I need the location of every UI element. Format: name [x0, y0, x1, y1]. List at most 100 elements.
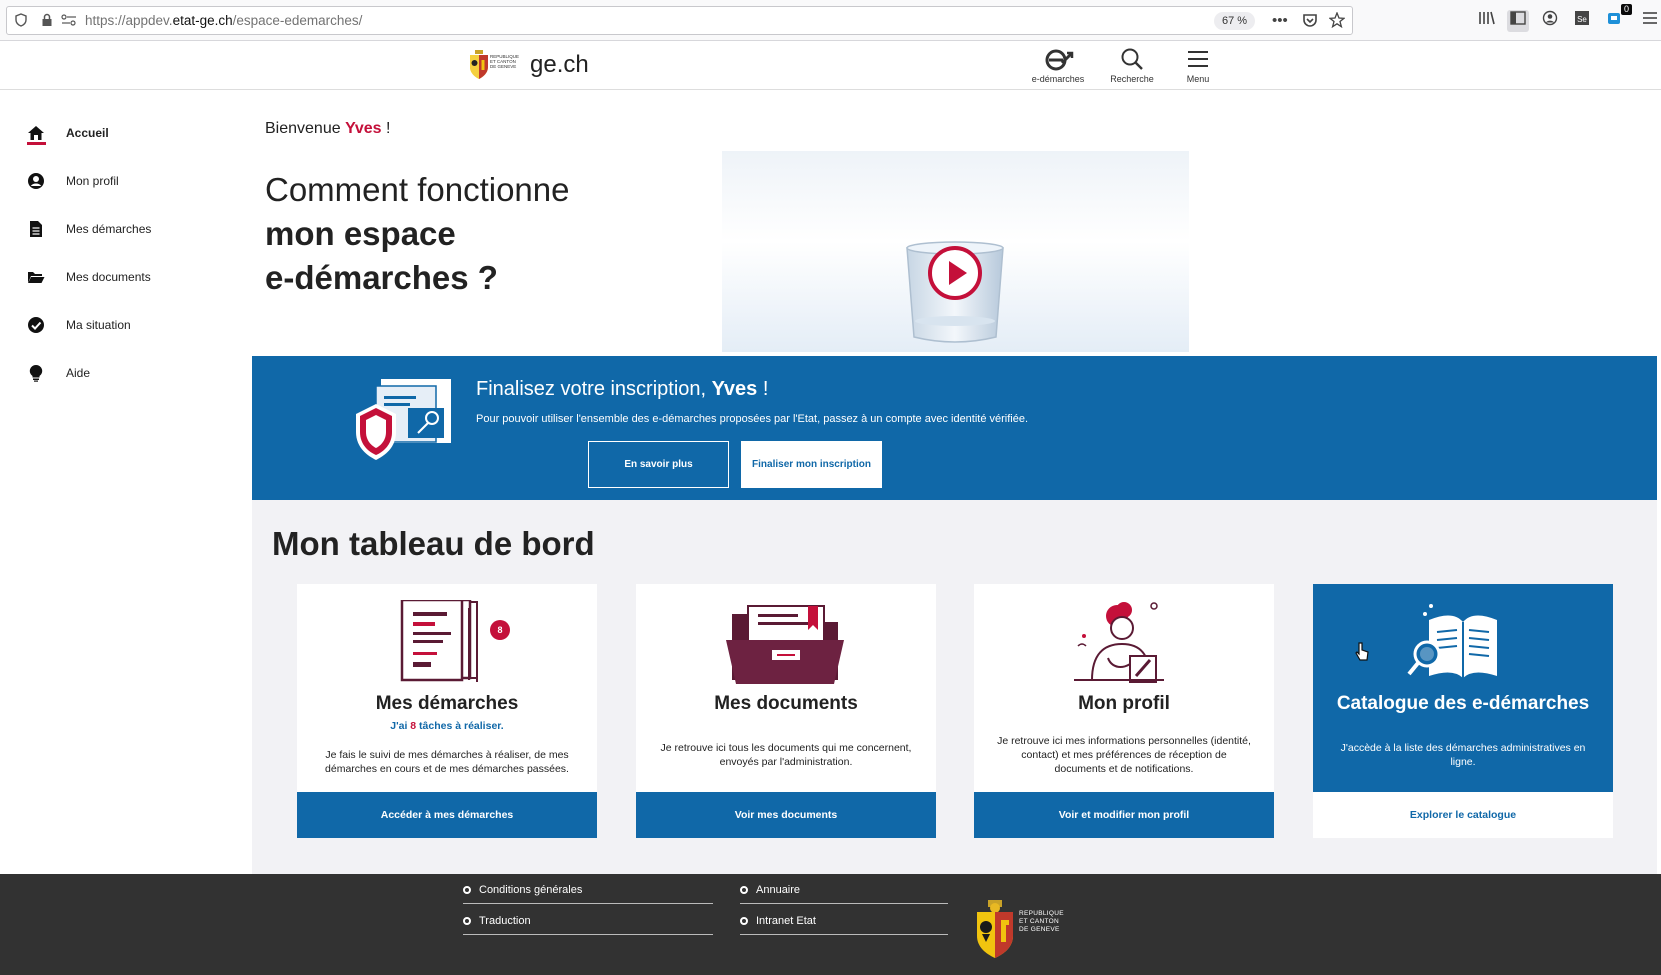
tasks-count-badge: 8 — [490, 620, 510, 640]
footer-link-label: Intranet Etat — [756, 914, 816, 927]
card-mes-documents: Mes documents Je retrouve ici tous les d… — [636, 584, 936, 838]
card-subtitle-tasks: J'ai 8 tâches à réaliser. — [297, 720, 597, 732]
learn-more-button[interactable]: En savoir plus — [588, 441, 729, 488]
shield-icon[interactable] — [15, 13, 27, 31]
tasks-prefix: J'ai — [390, 720, 411, 732]
welcome-suffix: ! — [381, 120, 391, 137]
sidebar-toggle-icon[interactable] — [1507, 10, 1529, 32]
sidebar-item-accueil[interactable]: Accueil — [24, 118, 109, 148]
coa-line-2: ET CANTON — [1019, 918, 1060, 925]
bookmark-star-icon[interactable] — [1328, 11, 1346, 34]
coat-of-arms-logo[interactable] — [468, 50, 490, 85]
footer-link-label: Conditions générales — [479, 883, 583, 896]
footer-link-conditions[interactable]: Conditions générales — [463, 876, 713, 904]
site-header: REPUBLIQUE ET CANTON DE GENEVE ge.ch e-d… — [0, 41, 1661, 90]
search-label: Recherche — [1110, 74, 1154, 84]
banner-title-suffix: ! — [757, 378, 769, 400]
card-description: Je retrouve ici mes informations personn… — [997, 735, 1251, 775]
library-icon[interactable] — [1476, 10, 1498, 32]
more-actions-icon[interactable]: ••• — [1272, 11, 1288, 31]
coa-line-1: REPUBLIQUE — [1019, 910, 1064, 917]
active-indicator — [27, 142, 46, 145]
card-mes-demarches: 8 Mes démarches J'ai 8 tâches à réaliser… — [297, 584, 597, 838]
banner-title-prefix: Finalisez votre inscription, — [476, 378, 712, 400]
dashboard-section: Mon tableau de bord 8 Mes démarches J'ai… — [252, 500, 1657, 874]
sidebery-label: Se — [1577, 15, 1587, 24]
menu-header-button[interactable]: Menu — [1168, 47, 1228, 84]
account-icon[interactable] — [1539, 10, 1561, 32]
footer-link-label: Traduction — [479, 914, 531, 927]
user-circle-icon — [24, 169, 48, 193]
sidebery-icon[interactable]: Se — [1571, 10, 1593, 32]
profile-person-illustration — [974, 600, 1274, 686]
sidebar-nav: Accueil Mon profil Mes démarches Mes doc… — [0, 90, 252, 874]
finalize-registration-button[interactable]: Finaliser mon inscription — [741, 441, 882, 488]
footer-coat-of-arms-logo[interactable] — [974, 900, 1016, 965]
verified-identity-illustration — [354, 378, 454, 469]
lightbulb-icon — [24, 361, 48, 385]
view-documents-button[interactable]: Voir mes documents — [636, 792, 936, 838]
url-bar[interactable]: https://appdev.etat-ge.ch/espace-edemarc… — [6, 6, 1353, 35]
card-title: Mon profil — [1078, 693, 1170, 714]
footer-link-annuaire[interactable]: Annuaire — [740, 876, 948, 904]
brand-logo-text[interactable]: ge.ch — [530, 51, 589, 79]
card-description: Je retrouve ici tous les documents qui m… — [660, 742, 912, 768]
hero-title: Comment fonctionne mon espace e-démarche… — [265, 168, 570, 300]
folder-icon — [24, 265, 48, 289]
search-icon — [1102, 47, 1162, 74]
banner-title: Finalisez votre inscription, Yves ! — [476, 378, 768, 401]
pocket-icon[interactable] — [1302, 13, 1318, 34]
dashboard-title: Mon tableau de bord — [272, 525, 595, 563]
lock-icon[interactable] — [41, 13, 53, 31]
site-footer: Conditions générales Traduction Annuaire… — [0, 874, 1661, 975]
play-icon[interactable] — [927, 245, 983, 306]
access-demarches-button[interactable]: Accéder à mes démarches — [297, 792, 597, 838]
sidebar-item-label: Mon profil — [66, 174, 119, 188]
mouse-cursor-icon — [1355, 642, 1369, 667]
registration-banner: Finalisez votre inscription, Yves ! Pour… — [252, 356, 1657, 500]
sidebar-item-mes-demarches[interactable]: Mes démarches — [24, 214, 151, 244]
banner-title-name: Yves — [711, 378, 758, 400]
edemarches-header-button[interactable]: e-démarches — [1028, 47, 1088, 84]
hamburger-menu-icon[interactable] — [1639, 10, 1661, 32]
bullet-icon — [463, 885, 471, 894]
zoom-level-badge[interactable]: 67 % — [1214, 12, 1256, 30]
welcome-prefix: Bienvenue — [265, 120, 346, 137]
page-permissions-icon[interactable] — [61, 13, 77, 31]
sidebar-item-label: Mes documents — [66, 270, 151, 284]
url-text[interactable]: https://appdev.etat-ge.ch/espace-edemarc… — [85, 13, 362, 29]
sidebar-item-label: Ma situation — [66, 318, 131, 332]
banner-description: Pour pouvoir utiliser l'ensemble des e-d… — [476, 413, 1029, 425]
sidebar-item-label: Mes démarches — [66, 222, 152, 236]
footer-link-label: Annuaire — [756, 883, 801, 896]
footer-link-traduction[interactable]: Traduction — [463, 907, 713, 935]
card-title: Mes documents — [714, 693, 858, 714]
card-catalogue: Catalogue des e-démarches J'accède à la … — [1313, 584, 1613, 838]
hero-title-line2: mon espace — [265, 215, 456, 252]
footer-link-intranet[interactable]: Intranet Etat — [740, 907, 948, 935]
edit-profile-button[interactable]: Voir et modifier mon profil — [974, 792, 1274, 838]
card-title: Mes démarches — [375, 693, 519, 714]
document-icon — [24, 217, 48, 241]
hero-title-line3: e-démarches ? — [265, 259, 498, 296]
documents-folder-illustration — [636, 600, 936, 686]
sidebar-item-aide[interactable]: Aide — [24, 358, 90, 388]
url-domain: etat-ge.ch — [172, 13, 233, 28]
sidebar-item-mes-documents[interactable]: Mes documents — [24, 262, 151, 292]
search-header-button[interactable]: Recherche — [1102, 47, 1162, 84]
video-player[interactable] — [722, 151, 1189, 352]
sidebar-item-mon-profil[interactable]: Mon profil — [24, 166, 119, 196]
check-circle-icon — [24, 313, 48, 337]
edemarches-label: e-démarches — [1031, 74, 1085, 84]
sidebar-item-ma-situation[interactable]: Ma situation — [24, 310, 131, 340]
demarches-illustration — [297, 598, 597, 686]
extension-badge: 0 — [1621, 4, 1633, 15]
sidebar-item-label: Aide — [66, 366, 91, 380]
bullet-icon — [740, 916, 748, 925]
card-description: Je fais le suivi de mes démarches à réal… — [325, 749, 569, 775]
url-prefix: https://appdev. — [85, 13, 173, 28]
url-path: /espace-edemarches/ — [232, 13, 363, 28]
menu-icon — [1168, 47, 1228, 74]
explore-catalogue-button[interactable]: Explorer le catalogue — [1313, 792, 1613, 838]
dashboard-title-light: Mon — [272, 525, 349, 562]
